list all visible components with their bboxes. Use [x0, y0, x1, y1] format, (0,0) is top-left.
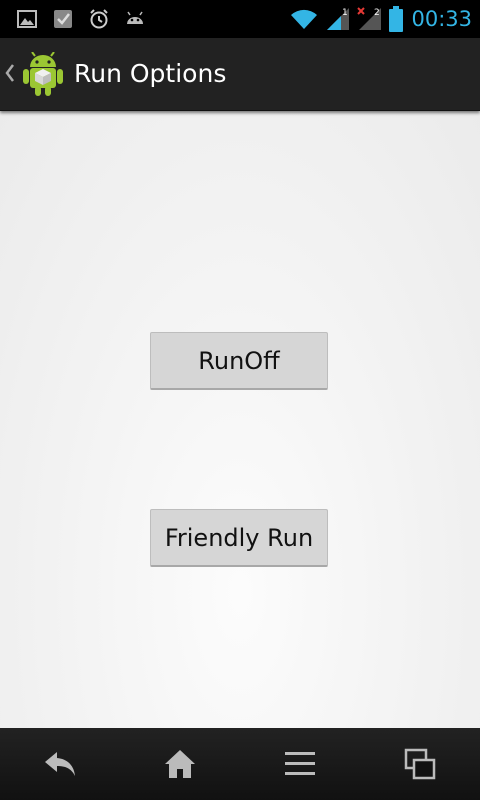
content-area: RunOff Friendly Run — [0, 110, 480, 728]
back-chevron-icon[interactable] — [4, 62, 16, 84]
runoff-button[interactable]: RunOff — [150, 332, 328, 390]
task-icon — [54, 10, 72, 28]
status-bar: 1 2 00:33 — [0, 0, 480, 38]
page-title: Run Options — [74, 59, 227, 88]
android-app-icon[interactable] — [22, 52, 64, 96]
svg-text:2: 2 — [374, 8, 380, 18]
nav-recent-apps-button[interactable] — [360, 728, 480, 800]
android-debug-icon — [127, 11, 143, 24]
notification-icons — [16, 8, 146, 30]
home-icon — [165, 750, 195, 778]
menu-icon — [285, 752, 315, 775]
svg-text:1: 1 — [342, 8, 348, 18]
friendly-run-button[interactable]: Friendly Run — [150, 509, 328, 567]
signal-sim2-icon: 2 — [357, 7, 382, 30]
recent-apps-icon — [404, 748, 436, 780]
wifi-icon — [291, 9, 318, 29]
signal-sim1-icon: 1 — [327, 8, 350, 30]
system-icons: 1 2 00:33 — [289, 5, 472, 33]
navigation-bar — [0, 728, 480, 800]
action-bar: Run Options — [0, 38, 480, 111]
nav-home-button[interactable] — [120, 728, 240, 800]
status-time: 00:33 — [411, 7, 472, 31]
nav-menu-button[interactable] — [240, 728, 360, 800]
battery-icon — [389, 6, 404, 32]
gallery-icon — [17, 10, 37, 28]
alarm-icon — [90, 9, 108, 29]
back-icon — [45, 752, 75, 776]
nav-back-button[interactable] — [0, 728, 120, 800]
